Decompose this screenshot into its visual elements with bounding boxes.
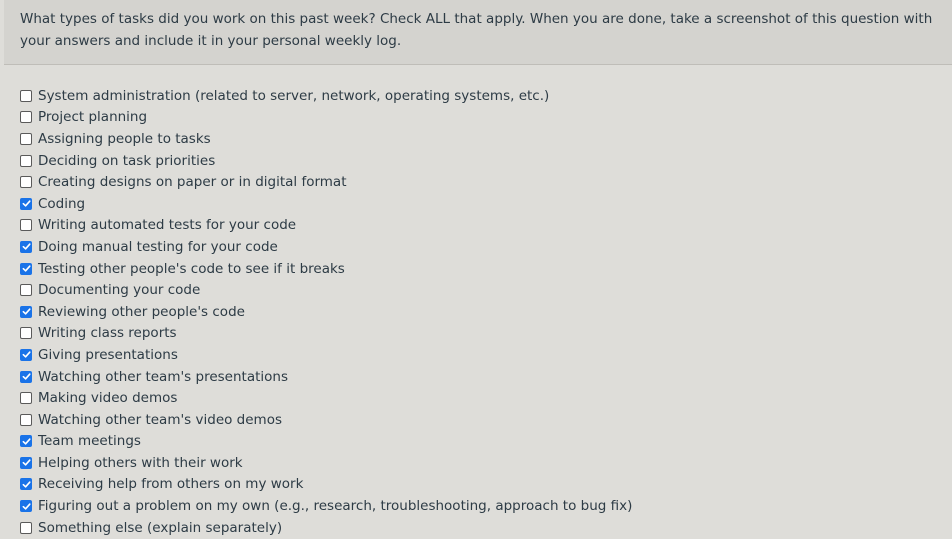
- answer-option[interactable]: Assigning people to tasks: [20, 128, 632, 150]
- checkbox[interactable]: [20, 154, 32, 167]
- answer-option[interactable]: Watching other team's presentations: [20, 366, 632, 388]
- answer-label: Watching other team's presentations: [38, 368, 288, 385]
- checkbox[interactable]: [20, 89, 32, 102]
- answer-label: Watching other team's video demos: [38, 411, 282, 428]
- answer-label: Writing class reports: [38, 325, 177, 342]
- answer-label: Receiving help from others on my work: [38, 476, 304, 493]
- checkbox[interactable]: [20, 284, 32, 297]
- answer-option[interactable]: Project planning: [20, 107, 632, 129]
- check-icon: [22, 438, 31, 445]
- answer-label: Writing automated tests for your code: [38, 217, 297, 234]
- check-icon: [22, 265, 31, 272]
- answer-option[interactable]: Something else (explain separately): [20, 517, 632, 539]
- answer-option[interactable]: Receiving help from others on my work: [20, 474, 632, 496]
- answer-label: Something else (explain separately): [38, 519, 283, 536]
- checkbox[interactable]: [20, 176, 32, 189]
- check-icon: [22, 351, 31, 359]
- checkbox-checked[interactable]: [20, 456, 32, 469]
- answer-option[interactable]: Doing manual testing for your code: [20, 236, 632, 258]
- question-prompt: What types of tasks did you work on this…: [20, 11, 933, 49]
- question-text: What types of tasks did you work on this…: [4, 0, 952, 65]
- answer-label: Documenting your code: [38, 282, 201, 299]
- answer-option[interactable]: Making video demos: [20, 387, 632, 409]
- answer-option[interactable]: Deciding on task priorities: [20, 150, 632, 172]
- answer-option[interactable]: Figuring out a problem on my own (e.g., …: [20, 495, 632, 517]
- checkbox[interactable]: [20, 111, 32, 124]
- answer-label: Project planning: [38, 109, 148, 126]
- answer-label: Assigning people to tasks: [38, 130, 211, 147]
- answer-label: Making video demos: [38, 390, 178, 407]
- answer-label: Deciding on task priorities: [38, 152, 216, 169]
- answer-option[interactable]: Helping others with their work: [20, 452, 632, 474]
- answer-option[interactable]: Coding: [20, 193, 632, 215]
- checkbox-checked[interactable]: [20, 348, 32, 361]
- checkbox-checked[interactable]: [20, 197, 32, 210]
- answer-option[interactable]: Reviewing other people's code: [20, 301, 632, 323]
- check-icon: [22, 502, 31, 510]
- check-icon: [22, 200, 31, 207]
- answer-label: Creating designs on paper or in digital …: [38, 174, 347, 191]
- check-icon: [22, 459, 31, 467]
- answer-option[interactable]: Documenting your code: [20, 279, 632, 301]
- checkbox[interactable]: [20, 392, 32, 405]
- answer-label: Helping others with their work: [38, 454, 243, 471]
- answer-option[interactable]: Writing class reports: [20, 323, 632, 345]
- checkbox-checked[interactable]: [20, 370, 32, 383]
- answer-list: System administration (related to server…: [20, 85, 632, 538]
- answer-option[interactable]: Testing other people's code to see if it…: [20, 258, 632, 280]
- check-icon: [22, 481, 31, 488]
- answer-option[interactable]: Giving presentations: [20, 344, 632, 366]
- check-icon: [22, 373, 31, 380]
- checkbox[interactable]: [20, 327, 32, 340]
- checkbox[interactable]: [20, 219, 32, 232]
- checkbox-checked[interactable]: [20, 262, 32, 275]
- answer-option[interactable]: Watching other team's video demos: [20, 409, 632, 431]
- check-icon: [22, 243, 31, 251]
- answer-label: Testing other people's code to see if it…: [38, 260, 345, 277]
- checkbox-checked[interactable]: [20, 240, 32, 253]
- answer-label: Reviewing other people's code: [38, 303, 245, 320]
- check-icon: [22, 308, 31, 315]
- answer-option[interactable]: Team meetings: [20, 431, 632, 453]
- answer-option[interactable]: System administration (related to server…: [20, 85, 632, 107]
- answer-label: Coding: [38, 195, 86, 212]
- answer-label: Giving presentations: [38, 346, 178, 363]
- checkbox[interactable]: [20, 413, 32, 426]
- answer-label: Doing manual testing for your code: [38, 238, 278, 255]
- answer-option[interactable]: Writing automated tests for your code: [20, 215, 632, 237]
- answer-label: Figuring out a problem on my own (e.g., …: [38, 498, 633, 515]
- checkbox-checked[interactable]: [20, 478, 32, 491]
- answer-label: Team meetings: [38, 433, 141, 450]
- checkbox-checked[interactable]: [20, 435, 32, 448]
- answer-option[interactable]: Creating designs on paper or in digital …: [20, 171, 632, 193]
- checkbox[interactable]: [20, 521, 32, 534]
- answer-label: System administration (related to server…: [38, 87, 550, 104]
- checkbox-checked[interactable]: [20, 305, 32, 318]
- checkbox[interactable]: [20, 132, 32, 145]
- checkbox-checked[interactable]: [20, 500, 32, 513]
